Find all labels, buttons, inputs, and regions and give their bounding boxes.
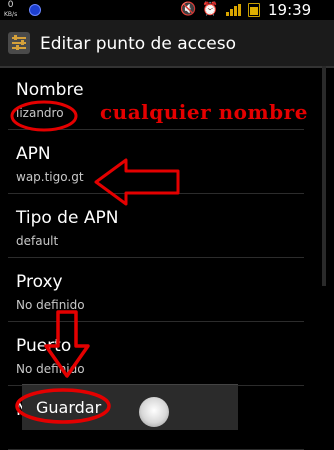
status-bar: 0 KB/s 🔇 ⏰ 19:39: [0, 0, 334, 20]
alarm-icon: ⏰: [202, 2, 219, 17]
pref-summary: lizandro: [16, 106, 64, 120]
signal-strength-icon: [226, 4, 242, 16]
pref-title: Puerto: [16, 336, 72, 356]
data-rate-value: 0: [7, 0, 14, 10]
data-rate-indicator: 0 KB/s: [4, 1, 17, 19]
pref-puerto[interactable]: Puerto No definido: [8, 322, 304, 386]
action-bar: Editar punto de acceso: [0, 20, 334, 68]
pref-proxy[interactable]: Proxy No definido: [8, 258, 304, 322]
battery-icon: [248, 3, 260, 17]
pref-summary: wap.tigo.gt: [16, 170, 84, 184]
pref-title: Tipo de APN: [16, 208, 119, 228]
bluetooth-icon: [29, 4, 41, 16]
options-menu: Guardar: [22, 384, 238, 430]
clock: 19:39: [268, 1, 312, 19]
settings-sliders-icon[interactable]: [8, 32, 30, 54]
annotation-label: cualquier nombre: [100, 100, 308, 124]
page-title: Editar punto de acceso: [40, 34, 237, 54]
pref-title: Nombre: [16, 80, 84, 100]
pref-title: APN: [16, 144, 51, 164]
pref-tipo-apn[interactable]: Tipo de APN default: [8, 194, 304, 258]
pref-summary: No definido: [16, 298, 85, 312]
pref-title: Proxy: [16, 272, 63, 292]
mute-icon: 🔇: [180, 2, 197, 17]
pref-summary: No definido: [16, 362, 85, 376]
pref-summary: default: [16, 234, 59, 248]
save-button[interactable]: Guardar: [36, 398, 101, 417]
touch-indicator: [139, 397, 169, 427]
data-rate-unit: KB/s: [4, 11, 18, 18]
pref-apn[interactable]: APN wap.tigo.gt: [8, 130, 304, 194]
scrollbar[interactable]: [322, 66, 326, 286]
